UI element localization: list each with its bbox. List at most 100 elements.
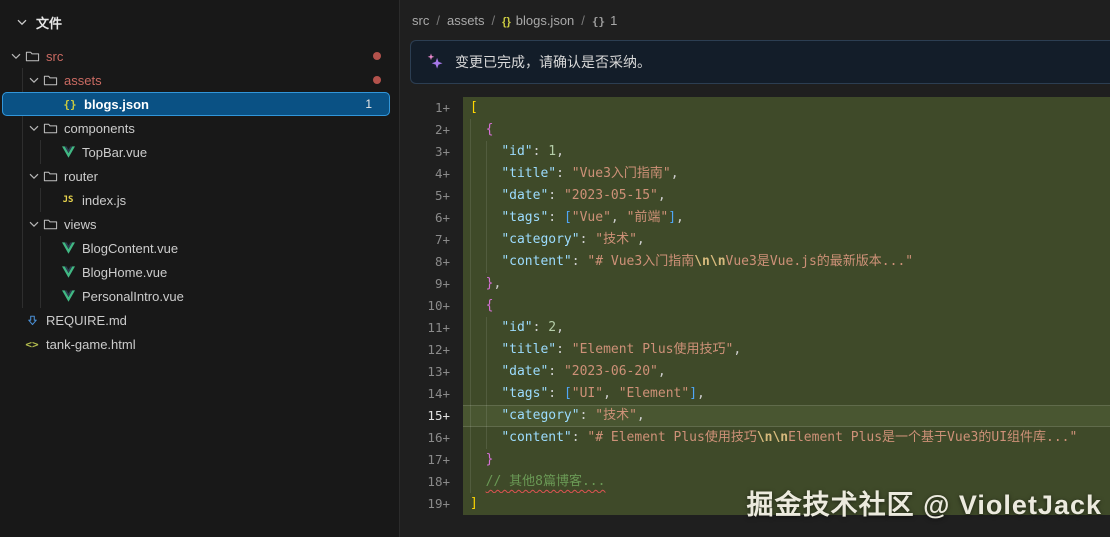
tree-item-personalintro-vue[interactable]: PersonalIntro.vue xyxy=(0,284,399,308)
code-token: "Element" xyxy=(619,386,689,401)
code-line[interactable]: 9+ }, xyxy=(400,273,1110,295)
tree-item-label: router xyxy=(64,169,98,184)
vue-icon xyxy=(60,288,76,304)
chevron-down-icon xyxy=(26,216,42,232)
tree-item-blogcontent-vue[interactable]: BlogContent.vue xyxy=(0,236,399,260)
code-token: : xyxy=(556,342,572,357)
tree-item-label: components xyxy=(64,121,135,136)
folder-icon xyxy=(24,48,40,64)
tree-item-label: tank-game.html xyxy=(46,337,136,352)
indent-guide xyxy=(486,317,487,339)
tree-item-topbar-vue[interactable]: TopBar.vue xyxy=(0,140,399,164)
code-line[interactable]: 12+ "title": "Element Plus使用技巧", xyxy=(400,339,1110,361)
code-token: 1 xyxy=(548,144,556,159)
line-content: "tags": ["UI", "Element"], xyxy=(463,383,1110,405)
code-token: , xyxy=(637,232,645,247)
code-line[interactable]: 8+ "content": "# Vue3入门指南\n\nVue3是Vue.js… xyxy=(400,251,1110,273)
breadcrumb-item-1[interactable]: {}1 xyxy=(592,13,617,28)
indent-guide xyxy=(470,185,471,207)
line-number: 18+ xyxy=(400,471,463,493)
code-line[interactable]: 5+ "date": "2023-05-15", xyxy=(400,185,1110,207)
line-number: 9+ xyxy=(400,273,463,295)
tree-item-bloghome-vue[interactable]: BlogHome.vue xyxy=(0,260,399,284)
code-token xyxy=(470,452,486,467)
line-content: [ xyxy=(463,97,1110,119)
code-line[interactable]: 19+] xyxy=(400,493,1110,515)
twistie-placeholder xyxy=(8,312,24,328)
code-line[interactable]: 13+ "date": "2023-06-20", xyxy=(400,361,1110,383)
line-number: 2+ xyxy=(400,119,463,141)
folder-icon xyxy=(42,120,58,136)
tree-item-router[interactable]: router xyxy=(0,164,399,188)
line-content: "category": "技术", xyxy=(463,229,1110,251)
tree-item-views[interactable]: views xyxy=(0,212,399,236)
line-content: "content": "# Element Plus使用技巧\n\nElemen… xyxy=(463,427,1110,449)
code-line[interactable]: 10+ { xyxy=(400,295,1110,317)
breadcrumb-label: blogs.json xyxy=(516,13,575,28)
breadcrumb-item-assets[interactable]: assets xyxy=(447,13,485,28)
indent-guide xyxy=(470,163,471,185)
code-token: , xyxy=(637,408,645,423)
code-token: , xyxy=(733,342,741,357)
line-content: "title": "Element Plus使用技巧", xyxy=(463,339,1110,361)
indent-guide xyxy=(486,141,487,163)
code-line[interactable]: 11+ "id": 2, xyxy=(400,317,1110,339)
code-line[interactable]: 7+ "category": "技术", xyxy=(400,229,1110,251)
line-number: 1+ xyxy=(400,97,463,119)
code-token: "title" xyxy=(501,342,556,357)
code-token: "技术" xyxy=(595,408,637,423)
code-token: , xyxy=(493,276,501,291)
indent-guide xyxy=(470,119,471,141)
tree-item-src[interactable]: src xyxy=(0,44,399,68)
line-content: "date": "2023-06-20", xyxy=(463,361,1110,383)
indent-guide xyxy=(486,207,487,229)
indent-guide xyxy=(40,140,41,164)
line-number: 13+ xyxy=(400,361,463,383)
code-token: : xyxy=(580,408,596,423)
code-line[interactable]: 2+ { xyxy=(400,119,1110,141)
chevron-down-icon xyxy=(14,14,30,30)
breadcrumb-item-src[interactable]: src xyxy=(412,13,429,28)
chevron-down-icon xyxy=(26,120,42,136)
folder-icon xyxy=(42,72,58,88)
code-token: , xyxy=(671,166,679,181)
code-token: , xyxy=(611,210,627,225)
code-line[interactable]: 16+ "content": "# Element Plus使用技巧\n\nEl… xyxy=(400,427,1110,449)
line-number: 14+ xyxy=(400,383,463,405)
code-token: "# Vue3入门指南 xyxy=(587,254,694,269)
explorer-section-files[interactable]: 文件 xyxy=(0,0,399,36)
code-line[interactable]: 3+ "id": 1, xyxy=(400,141,1110,163)
breadcrumb-item-blogs-json[interactable]: {}blogs.json xyxy=(502,13,574,28)
code-token: , xyxy=(658,364,666,379)
code-line[interactable]: 1+[ xyxy=(400,97,1110,119)
code-line[interactable]: 4+ "title": "Vue3入门指南", xyxy=(400,163,1110,185)
code-line[interactable]: 15+ "category": "技术", xyxy=(400,405,1110,427)
code-token xyxy=(470,474,486,489)
tree-item-index-js[interactable]: JSindex.js xyxy=(0,188,399,212)
tree-item-label: assets xyxy=(64,73,102,88)
tree-item-assets[interactable]: assets xyxy=(0,68,399,92)
code-token: "title" xyxy=(501,166,556,181)
tree-item-blogs-json[interactable]: {}blogs.json1 xyxy=(2,92,390,116)
ai-change-notification: 变更已完成，请确认是否采纳。 xyxy=(410,40,1110,84)
code-line[interactable]: 14+ "tags": ["UI", "Element"], xyxy=(400,383,1110,405)
code-token: "Vue3入门指南" xyxy=(572,166,671,181)
code-line[interactable]: 18+ // 其他8篇博客... xyxy=(400,471,1110,493)
tree-item-label: index.js xyxy=(82,193,126,208)
code-token: : xyxy=(548,364,564,379)
code-line[interactable]: 6+ "tags": ["Vue", "前端"], xyxy=(400,207,1110,229)
tree-item-tank-game-html[interactable]: <>tank-game.html xyxy=(0,332,399,356)
tree-item-label: BlogContent.vue xyxy=(82,241,178,256)
indent-guide xyxy=(470,273,471,295)
tree-item-require-md[interactable]: REQUIRE.md xyxy=(0,308,399,332)
twistie-placeholder xyxy=(46,96,62,112)
indent-guide xyxy=(470,229,471,251)
code-token: "UI" xyxy=(572,386,603,401)
tree-item-components[interactable]: components xyxy=(0,116,399,140)
indent-guide xyxy=(470,317,471,339)
code-token: "category" xyxy=(501,408,579,423)
code-content[interactable]: 1+[2+ {3+ "id": 1,4+ "title": "Vue3入门指南"… xyxy=(400,97,1110,515)
code-line[interactable]: 17+ } xyxy=(400,449,1110,471)
chevron-down-icon xyxy=(26,72,42,88)
folder-icon xyxy=(42,216,58,232)
